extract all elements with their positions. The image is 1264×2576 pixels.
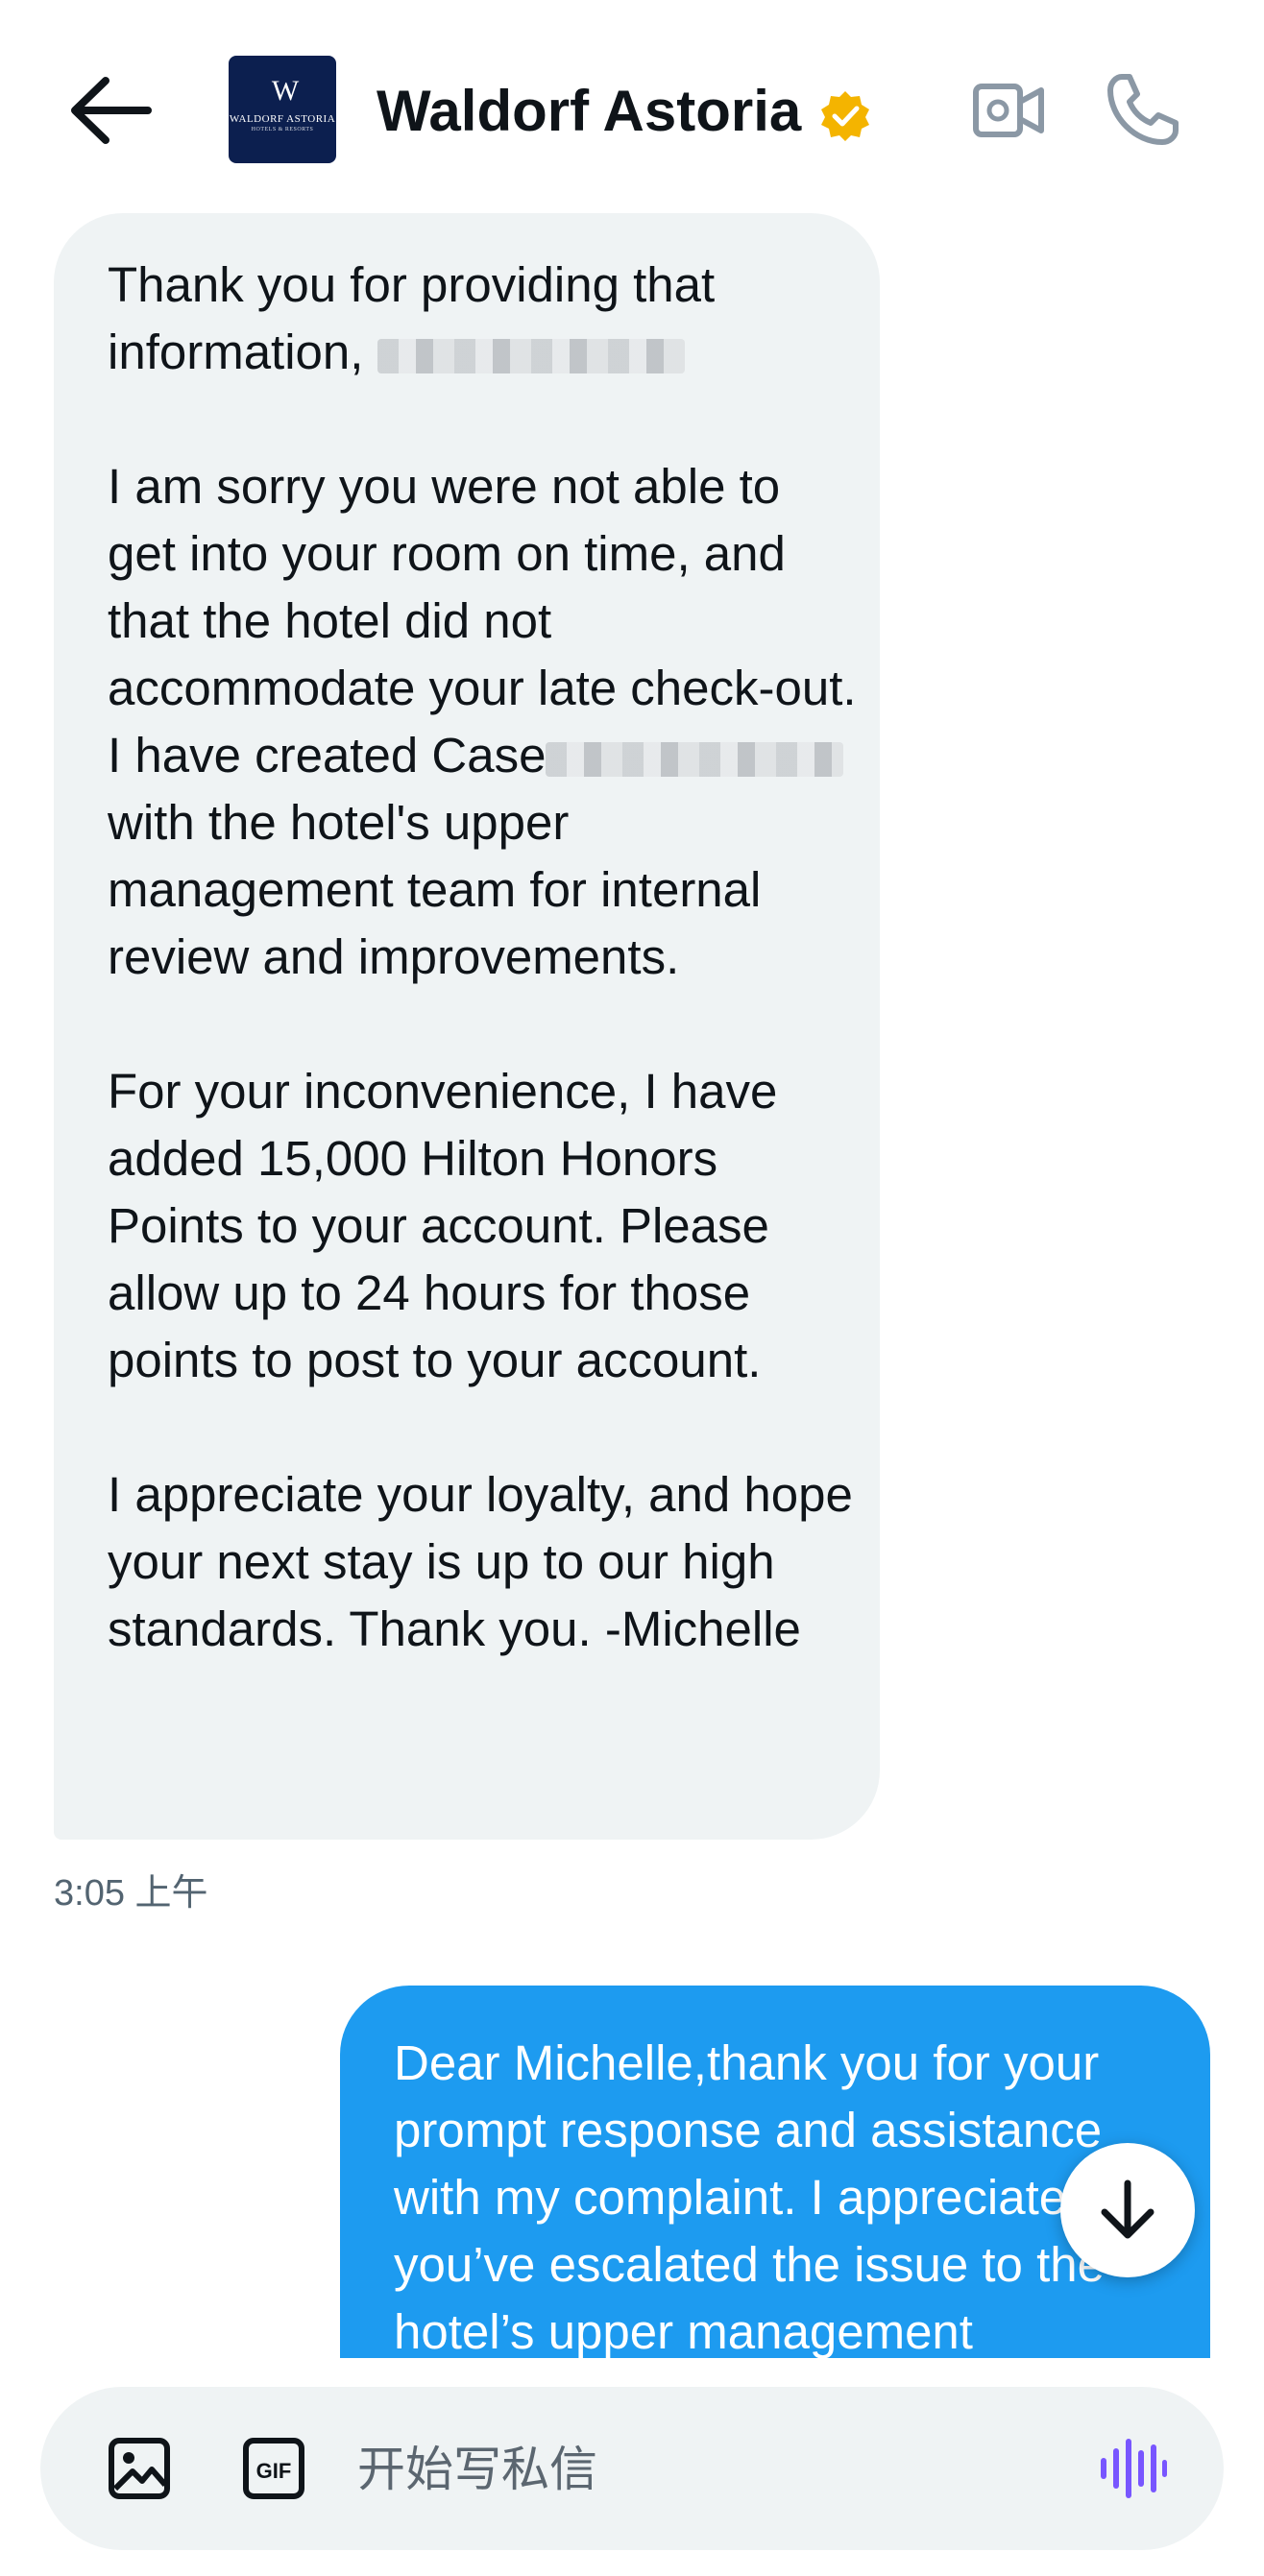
incoming-message-text: Thank you for providing that information… <box>108 252 857 1663</box>
message-timestamp: 3:05 上午 <box>54 1873 208 1914</box>
message-paragraph: For your inconvenience, I have added 15,… <box>108 1064 791 1387</box>
message-paragraph: I am sorry you were not able to get into… <box>108 459 884 782</box>
gif-icon[interactable]: GIF <box>242 2437 305 2500</box>
arrow-down-icon <box>1101 2179 1155 2239</box>
voice-message-icon[interactable] <box>1097 2437 1168 2500</box>
redacted-case-number <box>546 741 844 777</box>
scroll-to-bottom-button[interactable] <box>1060 2143 1195 2277</box>
svg-text:GIF: GIF <box>256 2459 292 2483</box>
composer-bar: GIF <box>0 2358 1264 2576</box>
message-paragraph: I appreciate your loyalty, and hope your… <box>108 1467 867 1656</box>
composer: GIF <box>40 2387 1224 2550</box>
image-icon[interactable] <box>108 2437 171 2500</box>
redacted-name <box>377 338 685 373</box>
message-input[interactable] <box>355 2425 1089 2514</box>
message-list[interactable]: Thank you for providing that information… <box>0 0 1264 2358</box>
